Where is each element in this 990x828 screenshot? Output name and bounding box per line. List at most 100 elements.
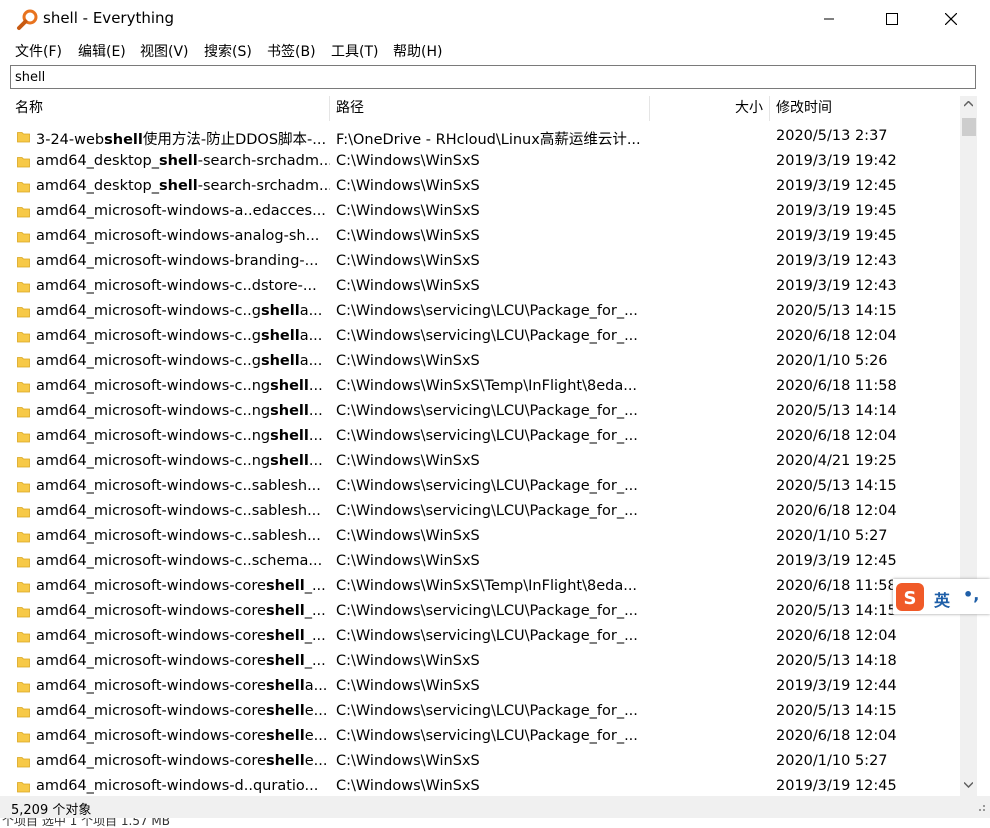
- ime-toolbar[interactable]: S 英 •,: [893, 579, 990, 614]
- table-row[interactable]: amd64_microsoft-windows-coreshelle... C:\…: [10, 725, 960, 750]
- table-row[interactable]: amd64_microsoft-windows-c..ngshell... C:\…: [10, 425, 960, 450]
- table-row[interactable]: amd64_microsoft-windows-c..gshella... C:\…: [10, 300, 960, 325]
- folder-icon: [17, 532, 30, 543]
- ime-language-indicator[interactable]: 英: [934, 587, 950, 611]
- scroll-thumb[interactable]: [962, 118, 976, 136]
- table-row[interactable]: amd64_microsoft-windows-c..dstore-... C:\…: [10, 275, 960, 300]
- row-modified: 2019/3/19 19:42: [776, 153, 897, 169]
- folder-icon: [17, 382, 30, 393]
- folder-icon: [17, 182, 30, 193]
- folder-icon: [17, 507, 30, 518]
- table-row[interactable]: amd64_desktop_shell-search-srchadm... C:\…: [10, 175, 960, 200]
- row-name: amd64_microsoft-windows-coreshell_...: [36, 603, 326, 619]
- menu-file[interactable]: 文件(F): [15, 41, 62, 61]
- table-row[interactable]: amd64_microsoft-windows-a..edacces... C:\…: [10, 200, 960, 225]
- sogou-logo-icon: S: [896, 583, 924, 611]
- row-path: C:\Windows\WinSxS\Temp\InFlight\8eda...: [336, 578, 638, 594]
- table-row[interactable]: amd64_desktop_shell-search-srchadm... C:\…: [10, 150, 960, 175]
- vertical-scrollbar[interactable]: [960, 96, 977, 796]
- row-name: amd64_microsoft-windows-c..ngshell...: [36, 428, 323, 444]
- row-name: amd64_microsoft-windows-c..schema...: [36, 553, 323, 569]
- scroll-up-icon[interactable]: [964, 101, 973, 107]
- row-path: C:\Windows\servicing\LCU\Package_for_...: [336, 403, 638, 419]
- table-row[interactable]: amd64_microsoft-windows-c..ngshell... C:\…: [10, 375, 960, 400]
- row-modified: 2020/6/18 12:04: [776, 728, 897, 744]
- row-name: amd64_microsoft-windows-c..gshella...: [36, 353, 323, 369]
- table-row[interactable]: amd64_microsoft-windows-c..ngshell... C:\…: [10, 450, 960, 475]
- maximize-button[interactable]: [869, 0, 915, 38]
- table-row[interactable]: amd64_microsoft-windows-coreshelle... C:\…: [10, 750, 960, 775]
- row-path: C:\Windows\servicing\LCU\Package_for_...: [336, 328, 638, 344]
- table-row[interactable]: amd64_microsoft-windows-coreshell_... C:\…: [10, 650, 960, 675]
- folder-icon: [17, 457, 30, 468]
- row-path: F:\OneDrive - RHcloud\Linux高薪运维云计...: [336, 132, 641, 148]
- folder-icon: [17, 207, 30, 218]
- row-path: C:\Windows\WinSxS\Temp\InFlight\8eda...: [336, 378, 638, 394]
- table-row[interactable]: amd64_microsoft-windows-branding-... C:\W…: [10, 250, 960, 275]
- column-modified-header[interactable]: 修改时间: [770, 96, 960, 121]
- folder-icon: [17, 482, 30, 493]
- column-size-header[interactable]: 大小: [650, 96, 770, 121]
- row-path: C:\Windows\WinSxS: [336, 653, 480, 669]
- folder-icon: [17, 257, 30, 268]
- minimize-button[interactable]: [806, 0, 852, 38]
- row-name: 3-24-webshell使用方法-防止DDOS脚本-...: [36, 132, 327, 148]
- row-modified: 2019/3/19 19:45: [776, 228, 897, 244]
- title-bar[interactable]: shell - Everything: [0, 0, 990, 38]
- menu-edit[interactable]: 编辑(E): [78, 41, 126, 61]
- search-input[interactable]: shell: [10, 65, 976, 89]
- table-row[interactable]: amd64_microsoft-windows-c..sablesh... C:\…: [10, 525, 960, 550]
- match-highlight: shell: [265, 628, 305, 644]
- scroll-down-icon[interactable]: [964, 782, 973, 788]
- row-modified: 2019/3/19 12:44: [776, 678, 897, 694]
- row-path: C:\Windows\WinSxS: [336, 528, 480, 544]
- row-modified: 2020/6/18 12:04: [776, 503, 897, 519]
- row-name: amd64_microsoft-windows-coreshelle...: [36, 703, 328, 719]
- folder-icon: [17, 307, 30, 318]
- table-row[interactable]: amd64_microsoft-windows-coreshell_... C:\…: [10, 575, 960, 600]
- folder-icon: [17, 607, 30, 618]
- row-name: amd64_microsoft-windows-coreshella...: [36, 678, 328, 694]
- folder-icon: [17, 732, 30, 743]
- row-path: C:\Windows\servicing\LCU\Package_for_...: [336, 303, 638, 319]
- table-row[interactable]: amd64_microsoft-windows-c..ngshell... C:\…: [10, 400, 960, 425]
- table-row[interactable]: amd64_microsoft-windows-c..gshella... C:\…: [10, 325, 960, 350]
- match-highlight: shell: [265, 703, 305, 719]
- table-row[interactable]: amd64_microsoft-windows-c..sablesh... C:\…: [10, 475, 960, 500]
- row-modified: 2020/5/13 14:15: [776, 478, 897, 494]
- table-row[interactable]: amd64_microsoft-windows-coreshelle... C:\…: [10, 700, 960, 725]
- menu-view[interactable]: 视图(V): [140, 41, 189, 61]
- folder-icon: [17, 357, 30, 368]
- menu-bar: 文件(F) 编辑(E) 视图(V) 搜索(S) 书签(B) 工具(T) 帮助(H…: [0, 38, 990, 62]
- table-row[interactable]: amd64_microsoft-windows-c..gshella... C:\…: [10, 350, 960, 375]
- row-modified: 2020/6/18 11:58: [776, 378, 897, 394]
- row-path: C:\Windows\WinSxS: [336, 753, 480, 769]
- table-row[interactable]: 3-24-webshell使用方法-防止DDOS脚本-... F:\OneDriv…: [10, 125, 960, 150]
- table-row[interactable]: amd64_microsoft-windows-c..sablesh... C:\…: [10, 500, 960, 525]
- row-path: C:\Windows\WinSxS: [336, 153, 480, 169]
- row-path: C:\Windows\WinSxS: [336, 678, 480, 694]
- menu-tools[interactable]: 工具(T): [331, 41, 378, 61]
- table-row[interactable]: amd64_microsoft-windows-coreshell_... C:\…: [10, 625, 960, 650]
- row-modified: 2019/3/19 12:43: [776, 278, 897, 294]
- close-button[interactable]: [928, 0, 974, 38]
- row-name: amd64_microsoft-windows-coreshelle...: [36, 728, 328, 744]
- resize-grip-icon[interactable]: [976, 802, 986, 812]
- row-name: amd64_microsoft-windows-coreshell_...: [36, 628, 326, 644]
- column-path-header[interactable]: 路径: [330, 96, 650, 121]
- menu-bookmarks[interactable]: 书签(B): [267, 41, 316, 61]
- table-row[interactable]: amd64_microsoft-windows-coreshella... C:\…: [10, 675, 960, 700]
- ime-punctuation-indicator[interactable]: •,: [963, 585, 979, 604]
- table-row[interactable]: amd64_microsoft-windows-coreshell_... C:\…: [10, 600, 960, 625]
- column-name-header[interactable]: 名称: [10, 96, 330, 121]
- table-row[interactable]: amd64_microsoft-windows-c..schema... C:\W…: [10, 550, 960, 575]
- row-modified: 2020/6/18 12:04: [776, 428, 897, 444]
- folder-icon: [17, 332, 30, 343]
- svg-text:S: S: [904, 588, 917, 609]
- menu-search[interactable]: 搜索(S): [204, 41, 252, 61]
- row-path: C:\Windows\WinSxS: [336, 278, 480, 294]
- row-name: amd64_microsoft-windows-c..sablesh...: [36, 503, 321, 519]
- menu-help[interactable]: 帮助(H): [393, 41, 442, 61]
- table-row[interactable]: amd64_microsoft-windows-analog-sh... C:\W…: [10, 225, 960, 250]
- row-modified: 2020/6/18 12:04: [776, 328, 897, 344]
